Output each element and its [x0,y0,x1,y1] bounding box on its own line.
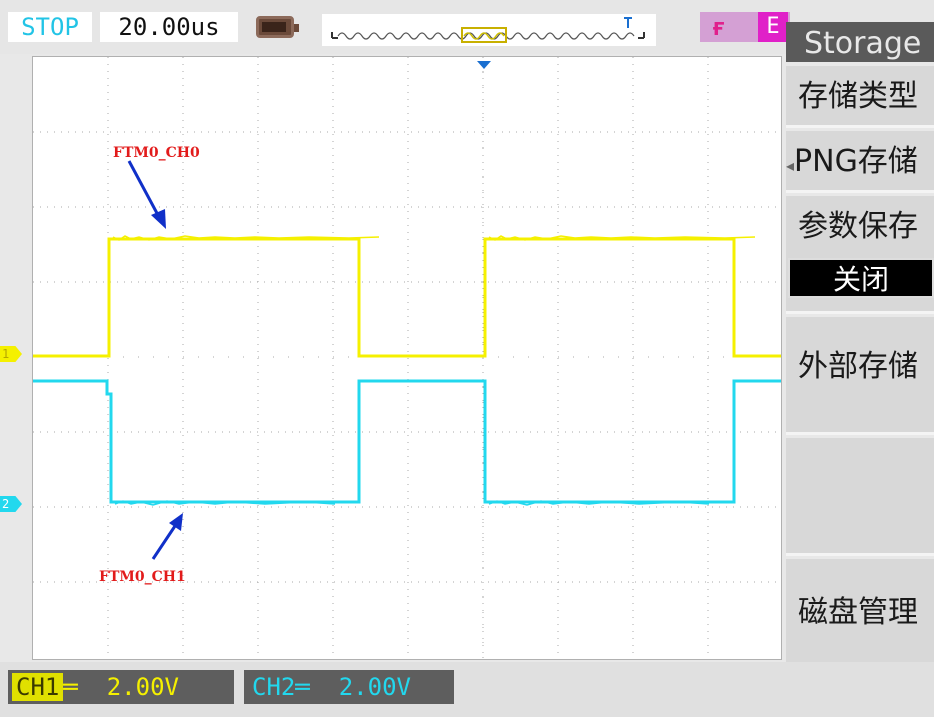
waveform-display[interactable]: FTM0_CH0 FTM0_CH1 [32,56,782,660]
menu-item-blank[interactable] [786,438,934,556]
channel-scale-bar: CH1 ═ 2.00V CH2═ 2.00V [0,662,934,717]
ch2-label: CH2 [252,673,296,701]
ch2-annotation: FTM0_CH1 [99,569,186,585]
save-params-value[interactable]: 关闭 [788,258,934,298]
ch2-trace [33,379,781,504]
trigger-indicator[interactable]: ғ E [700,12,790,42]
trigger-position-marker [477,61,491,69]
menu-item-storage-type[interactable]: 存储类型 [786,66,934,128]
menu-item-png-storage[interactable]: ◂PNG存储 [786,131,934,193]
ch2-volts-per-div: 2.00V [338,673,411,701]
ch2-annotation-arrow [151,522,179,560]
ch1-ground-marker[interactable]: 1 [0,346,22,362]
ch2-coupling-icon: ═ [295,673,310,701]
memory-depth-overview[interactable] [322,10,656,46]
menu-title: Storage [786,22,934,62]
menu-item-disk-management[interactable]: 磁盘管理 [786,559,934,667]
run-state-indicator[interactable]: STOP [8,12,92,42]
trigger-source: E [758,12,788,42]
ch1-volts-per-div: 2.00V [106,673,179,701]
ch1-scale-readout[interactable]: CH1 ═ 2.00V [8,670,234,704]
ch2-ground-marker[interactable]: 2 [0,496,22,512]
timebase-readout[interactable]: 20.00us [100,12,238,42]
ch1-label: CH1 [12,673,64,701]
battery-icon [256,16,299,38]
menu-item-external-storage[interactable]: 外部存储 [786,317,934,435]
left-arrow-icon: ◂ [786,156,795,175]
ch1-coupling-icon: ═ [63,673,78,701]
ch1-trace [33,237,781,358]
storage-menu: Storage 存储类型 ◂PNG存储 参数保存 关闭 外部存储 磁盘管理 [786,22,934,667]
ch1-annotation-arrow [127,160,161,218]
rising-edge-icon: ғ [712,13,727,41]
ch2-scale-readout[interactable]: CH2═ 2.00V [244,670,454,704]
ch1-annotation: FTM0_CH0 [113,145,200,161]
